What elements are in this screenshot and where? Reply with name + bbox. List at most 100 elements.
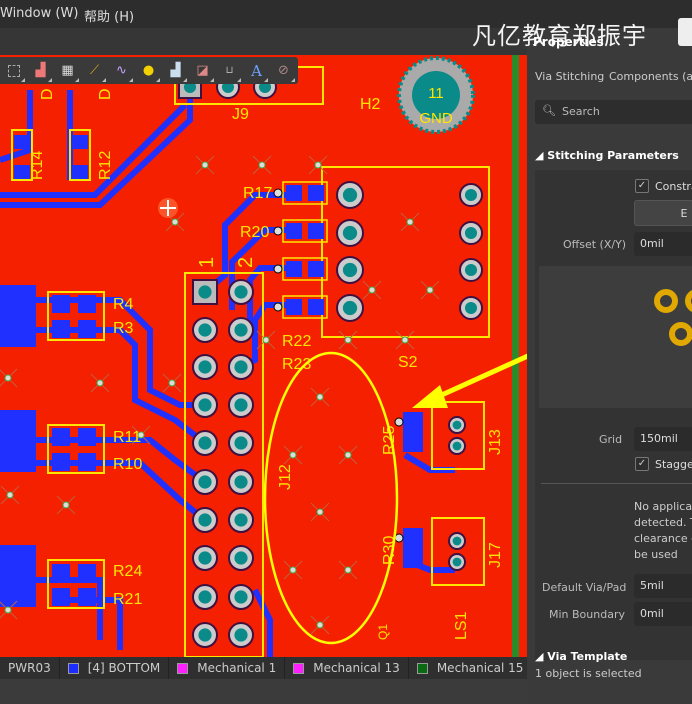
- via: [273, 226, 283, 236]
- stitching-via: [171, 218, 179, 226]
- label-d-a: D: [39, 88, 56, 100]
- divider: [541, 483, 692, 484]
- smd-pad: [14, 165, 30, 179]
- layer-tab[interactable]: Mechanical 15: [409, 657, 533, 679]
- min-boundary-label: Min Boundary: [549, 608, 625, 621]
- label-s2: S2: [398, 354, 418, 371]
- label-h2: H2: [360, 96, 381, 113]
- stitching-via: [168, 379, 176, 387]
- smd-pad: [308, 299, 324, 315]
- smd-pad: [52, 320, 70, 338]
- diff-pair-icon[interactable]: ∿: [108, 57, 135, 84]
- stitching-via: [289, 451, 297, 459]
- layer-tab[interactable]: PWR03: [0, 657, 60, 679]
- menu-help[interactable]: 帮助 (H): [84, 6, 134, 25]
- smd-pad: [286, 185, 302, 201]
- arc-icon[interactable]: ⊘: [270, 57, 297, 84]
- stitching-via: [344, 451, 352, 459]
- smd-pad: [72, 165, 88, 179]
- text-icon[interactable]: A: [243, 57, 270, 84]
- stitching-via: [316, 393, 324, 401]
- layer-color-swatch: [177, 662, 189, 674]
- stitching-via: [258, 161, 266, 169]
- constrain-checkbox[interactable]: ✓: [635, 179, 649, 193]
- via-preview: [539, 266, 692, 408]
- move-cursor-icon: [158, 198, 178, 218]
- board-edge-mech15: [512, 55, 519, 657]
- label-q1: Q1: [376, 624, 390, 640]
- via-icon[interactable]: ●: [135, 57, 162, 84]
- smd-pad: [78, 320, 96, 338]
- component-icon[interactable]: ▦: [54, 57, 81, 84]
- label-j13: J13: [487, 429, 504, 455]
- constrain-label: Constra: [655, 180, 692, 193]
- offset-label: Offset (X/Y): [563, 238, 627, 251]
- status-bar: [0, 679, 527, 704]
- annotation-arrow: [412, 353, 527, 408]
- min-boundary-field[interactable]: 0mil: [634, 602, 692, 626]
- stitching-via: [6, 491, 14, 499]
- align-icon[interactable]: ▟: [27, 57, 54, 84]
- label-r11: R11: [113, 429, 141, 446]
- smd-pad: [78, 428, 96, 446]
- smd-pad: [286, 299, 302, 315]
- stitching-via: [262, 336, 270, 344]
- pcb-canvas[interactable]: 11 GND H2 J9 R14 R12 D D R17 R20 R22 R23…: [0, 55, 527, 657]
- stitching-via: [96, 379, 104, 387]
- select-rect-icon[interactable]: [0, 57, 27, 84]
- smd-pad: [78, 295, 96, 313]
- section-via-template[interactable]: ◢ Via Template: [535, 650, 627, 663]
- interactive-icon[interactable]: ◪: [189, 57, 216, 84]
- layer-tab[interactable]: Mechanical 13: [285, 657, 409, 679]
- stitching-via: [368, 286, 376, 294]
- smd-pad: [308, 261, 324, 277]
- h2-net-label: GND: [419, 110, 453, 127]
- smd-footprint: [0, 410, 36, 472]
- smd-pad: [14, 135, 30, 149]
- menu-window[interactable]: Window (W): [0, 6, 78, 21]
- label-j12: J12: [277, 464, 294, 490]
- stitching-via: [344, 566, 352, 574]
- label-ls1: LS1: [453, 611, 470, 640]
- label-d-b: D: [97, 88, 114, 100]
- default-via-label: Default Via/Pad: [542, 581, 627, 594]
- label-r21: R21: [113, 591, 142, 608]
- stitching-via: [201, 161, 209, 169]
- smd-pad: [308, 185, 324, 201]
- search-input[interactable]: 🔍︎ Search: [535, 100, 692, 124]
- route-icon[interactable]: ⟋: [81, 57, 108, 84]
- object-filter[interactable]: Components (and: [609, 70, 692, 83]
- label-r4: R4: [113, 296, 134, 313]
- edit-button[interactable]: E: [634, 200, 692, 226]
- search-icon: 🔍︎: [542, 104, 556, 117]
- label-pin1: 1: [196, 257, 218, 268]
- properties-panel: Properties Via Stitching Components (and…: [527, 28, 692, 704]
- layer-tab[interactable]: Mechanical 1: [169, 657, 286, 679]
- fill-icon[interactable]: ▟: [162, 57, 189, 84]
- smd-pad: [403, 412, 423, 452]
- stagger-checkbox[interactable]: ✓: [635, 457, 649, 471]
- layer-color-swatch: [416, 662, 428, 674]
- grid-label: Grid: [599, 433, 623, 446]
- h2-pad-number: 11: [428, 85, 444, 102]
- label-r17: R17: [243, 185, 272, 202]
- grid-field[interactable]: 150mil: [634, 427, 692, 451]
- label-r12: R12: [97, 151, 114, 180]
- stitching-vias: [0, 155, 440, 635]
- stitching-via: [4, 606, 12, 614]
- smd-pad: [52, 588, 70, 606]
- label-r24: R24: [113, 563, 142, 580]
- object-type: Via Stitching: [535, 70, 605, 83]
- layer-tab[interactable]: [4] BOTTOM: [60, 657, 170, 679]
- stitching-via: [401, 336, 409, 344]
- smd-pad: [52, 453, 70, 471]
- mounting-hole-h2[interactable]: 11 GND: [397, 56, 475, 134]
- stitching-via: [314, 161, 322, 169]
- smd-footprint: [0, 285, 36, 347]
- stitching-via: [426, 286, 434, 294]
- dimension-icon[interactable]: ⊔: [216, 57, 243, 84]
- default-via-field[interactable]: 5mil: [634, 574, 692, 598]
- offset-field[interactable]: 0mil: [634, 232, 692, 256]
- via: [394, 417, 404, 427]
- section-stitching-parameters[interactable]: ◢ Stitching Parameters: [535, 149, 679, 162]
